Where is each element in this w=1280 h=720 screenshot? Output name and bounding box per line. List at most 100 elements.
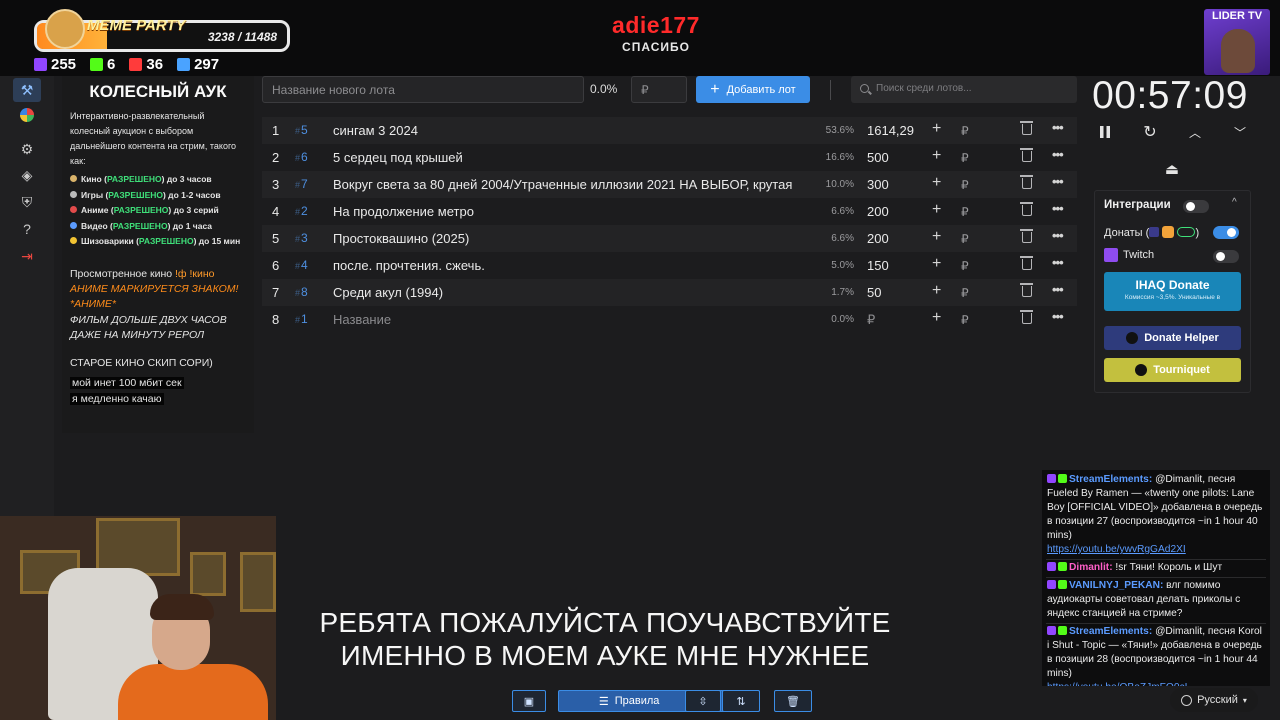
integrations-toggle[interactable] xyxy=(1183,200,1209,213)
trash-icon[interactable] xyxy=(1020,148,1033,162)
ruble-icon[interactable]: ₽ xyxy=(961,286,969,300)
chevron-up-icon[interactable]: ^ xyxy=(1232,197,1237,208)
shield-check-icon[interactable]: ⛨ xyxy=(13,190,41,214)
lot-row[interactable]: 8 #1 Название 0.0% ₽ + ₽ ••• xyxy=(262,306,1077,333)
add-amount-icon[interactable]: + xyxy=(932,309,941,327)
add-amount-icon[interactable]: + xyxy=(932,228,941,246)
lot-amount[interactable]: 50 xyxy=(867,285,881,300)
trash-icon[interactable] xyxy=(1020,121,1033,135)
content-rule: Кино (РАЗРЕШЕНО) до 3 часов xyxy=(70,172,246,188)
donates-toggle[interactable] xyxy=(1213,226,1239,239)
lot-row[interactable]: 5 #3 Простоквашино (2025) 6.6% 200 + ₽ ••• xyxy=(262,225,1077,252)
add-lot-button[interactable]: + Добавить лот xyxy=(696,76,810,103)
trash-icon[interactable] xyxy=(1020,202,1033,216)
more-icon[interactable]: ••• xyxy=(1052,174,1064,189)
clear-all-icon[interactable]: 🗑 xyxy=(774,690,812,712)
new-lot-name-input[interactable]: Название нового лота xyxy=(262,76,584,103)
lot-amount[interactable]: 200 xyxy=(867,231,889,246)
language-select[interactable]: Русский ▾ xyxy=(1170,688,1258,712)
donates-label-close: ) xyxy=(1195,227,1200,239)
rules-button-label[interactable]: Правила xyxy=(615,695,660,707)
ihaq-donate-button[interactable]: IHAQ Donate Комиссия ~3,5%. Уникальные в xyxy=(1104,272,1241,311)
lot-amount[interactable]: 200 xyxy=(867,204,889,219)
lot-title[interactable]: На продолжение метро xyxy=(333,204,474,219)
lot-search-input[interactable]: Поиск среди лотов... xyxy=(851,76,1077,103)
lot-row[interactable]: 3 #7 Вокруг света за 80 дней 2004/Утраченн… xyxy=(262,171,1077,198)
more-icon[interactable]: ••• xyxy=(1052,120,1064,135)
ruble-icon[interactable]: ₽ xyxy=(961,178,969,192)
lot-title[interactable]: Вокруг света за 80 дней 2004/Утраченные … xyxy=(333,177,792,192)
lot-title[interactable]: сингам 3 2024 xyxy=(333,123,418,138)
lot-row[interactable]: 7 #8 Среди акул (1994) 1.7% 50 + ₽ ••• xyxy=(262,279,1077,306)
lot-row[interactable]: 4 #2 На продолжение метро 6.6% 200 + ₽ ••• xyxy=(262,198,1077,225)
stat-value: 297 xyxy=(194,56,220,73)
auction-icon[interactable]: ⚒ xyxy=(13,78,41,102)
lot-row[interactable]: 2 #6 5 сердец под крышей 16.6% 500 + ₽ ••• xyxy=(262,144,1077,171)
lot-amount[interactable]: 300 xyxy=(867,177,889,192)
add-amount-icon[interactable]: + xyxy=(932,147,941,165)
chat-username[interactable]: VANILNYJ_PEKAN: xyxy=(1069,580,1163,591)
add-amount-icon[interactable]: + xyxy=(932,120,941,138)
lot-row[interactable]: 1 #5 сингам 3 2024 53.6% 1614,29 + ₽ ••• xyxy=(262,117,1077,144)
add-amount-icon[interactable]: + xyxy=(932,201,941,219)
add-amount-icon[interactable]: + xyxy=(932,282,941,300)
trash-icon[interactable] xyxy=(1020,256,1033,270)
lot-title[interactable]: Среди акул (1994) xyxy=(333,285,443,300)
add-amount-icon[interactable]: + xyxy=(932,174,941,192)
ruble-icon[interactable]: ₽ xyxy=(961,259,969,273)
pause-icon[interactable] xyxy=(1094,122,1116,142)
reset-timer-icon[interactable]: ↻ xyxy=(1139,122,1161,142)
collapse-up-icon[interactable]: ⏏ xyxy=(1162,160,1182,180)
ruble-icon[interactable]: ₽ xyxy=(961,205,969,219)
chevron-up-icon[interactable]: ︿ xyxy=(1184,122,1206,142)
lot-id: #5 xyxy=(295,123,308,137)
chevron-down-icon[interactable]: ﹀ xyxy=(1229,122,1251,142)
chat-link[interactable]: https://youtu.be/QBoZJmFO0cI xyxy=(1047,681,1265,686)
tourniquet-button[interactable]: Tourniquet xyxy=(1104,358,1241,382)
lot-title[interactable]: Простоквашино (2025) xyxy=(333,231,469,246)
lot-title[interactable]: Название xyxy=(333,312,391,327)
screenshot-icon[interactable]: ▣ xyxy=(512,690,546,712)
more-icon[interactable]: ••• xyxy=(1052,147,1064,162)
lot-title[interactable]: 5 сердец под крышей xyxy=(333,150,463,165)
lot-amount[interactable]: 150 xyxy=(867,258,889,273)
twitch-icon xyxy=(1047,626,1056,635)
split-icon[interactable]: ⇳ xyxy=(685,690,721,712)
new-lot-amount-input[interactable]: ₽ xyxy=(631,76,687,103)
chat-link[interactable]: https://youtu.be/ywvRgGAd2XI xyxy=(1047,543,1265,557)
lot-amount[interactable]: 500 xyxy=(867,150,889,165)
ruble-icon[interactable]: ₽ xyxy=(961,232,969,246)
chat-username[interactable]: StreamElements: xyxy=(1069,626,1152,637)
anime-icon xyxy=(70,206,77,213)
ruble-icon[interactable]: ₽ xyxy=(961,124,969,138)
trash-icon[interactable] xyxy=(1020,310,1033,324)
lot-row[interactable]: 6 #4 после. прочтения. сжечь. 5.0% 150 + ₽ ••• xyxy=(262,252,1077,279)
lot-search-placeholder: Поиск среди лотов... xyxy=(876,83,972,94)
lot-amount[interactable]: ₽ xyxy=(867,312,875,328)
more-icon[interactable]: ••• xyxy=(1052,255,1064,270)
chat-username[interactable]: StreamElements: xyxy=(1069,474,1152,485)
more-icon[interactable]: ••• xyxy=(1052,282,1064,297)
layers-icon[interactable]: ◈ xyxy=(13,163,41,187)
lot-amount[interactable]: 1614,29 xyxy=(867,123,914,138)
trash-icon[interactable] xyxy=(1020,283,1033,297)
lot-title[interactable]: после. прочтения. сжечь. xyxy=(333,258,485,273)
stream-overlay-bar: MEME PARTY 3238 / 11488 255 6 36 297 adie17… xyxy=(0,0,1280,76)
more-icon[interactable]: ••• xyxy=(1052,228,1064,243)
content-rule: Шизоварики (РАЗРЕШЕНО) до 15 мин xyxy=(70,234,246,250)
more-icon[interactable]: ••• xyxy=(1052,201,1064,216)
donate-helper-button[interactable]: Donate Helper xyxy=(1104,326,1241,350)
more-icon[interactable]: ••• xyxy=(1052,309,1064,324)
add-amount-icon[interactable]: + xyxy=(932,255,941,273)
twitch-toggle[interactable] xyxy=(1213,250,1239,263)
wheel-icon[interactable] xyxy=(13,103,41,127)
trash-icon[interactable] xyxy=(1020,229,1033,243)
sort-icon[interactable]: ⇅ xyxy=(722,690,760,712)
logout-icon[interactable]: ⇥ xyxy=(13,244,41,268)
ruble-icon[interactable]: ₽ xyxy=(961,313,969,327)
settings-gear-icon[interactable]: ⚙ xyxy=(13,137,41,161)
trash-icon[interactable] xyxy=(1020,175,1033,189)
help-icon[interactable]: ? xyxy=(13,217,41,241)
ruble-icon[interactable]: ₽ xyxy=(961,151,969,165)
chat-username[interactable]: Dimanlit: xyxy=(1069,562,1113,573)
